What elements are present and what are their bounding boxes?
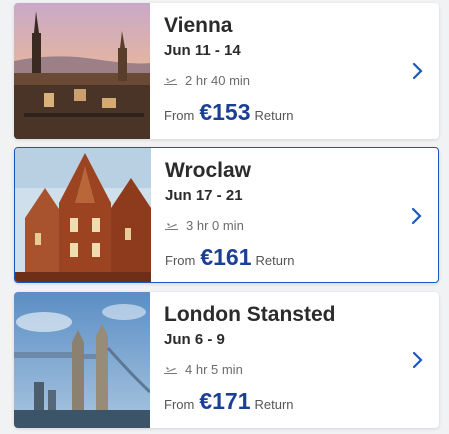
duration-text: 4 hr 5 min xyxy=(185,362,243,377)
city-name: Vienna xyxy=(164,14,233,37)
flight-duration: 4 hr 5 min xyxy=(164,362,243,377)
price-row: From €171 Return xyxy=(164,388,294,415)
from-label: From xyxy=(165,253,196,268)
price-value: €171 xyxy=(199,388,251,414)
plane-icon xyxy=(165,222,178,230)
return-label: Return xyxy=(254,108,294,123)
price-value: €153 xyxy=(199,99,251,125)
city-name: London Stansted xyxy=(164,303,336,326)
travel-dates: Jun 17 - 21 xyxy=(165,187,243,204)
from-label: From xyxy=(164,397,195,412)
flight-duration: 3 hr 0 min xyxy=(165,218,244,233)
return-label: Return xyxy=(255,253,295,268)
destination-photo-wroclaw xyxy=(15,148,151,282)
price-value: €161 xyxy=(200,244,252,270)
chevron-right-icon[interactable] xyxy=(411,350,425,370)
flight-duration: 2 hr 40 min xyxy=(164,73,250,88)
travel-dates: Jun 11 - 14 xyxy=(164,42,241,59)
price-row: From €153 Return xyxy=(164,99,294,126)
plane-icon xyxy=(164,366,177,374)
duration-text: 2 hr 40 min xyxy=(185,73,251,88)
travel-dates: Jun 6 - 9 xyxy=(164,331,225,348)
from-label: From xyxy=(164,108,195,123)
destination-photo-london xyxy=(14,292,150,428)
city-name: Wroclaw xyxy=(165,159,251,182)
price-row: From €161 Return xyxy=(165,244,295,271)
destination-card-london-stansted[interactable]: London Stansted Jun 6 - 9 4 hr 5 min Fro… xyxy=(14,292,439,428)
duration-text: 3 hr 0 min xyxy=(186,218,244,233)
chevron-right-icon[interactable] xyxy=(411,61,425,81)
return-label: Return xyxy=(254,397,294,412)
destination-photo-vienna xyxy=(14,3,150,139)
destination-card-vienna[interactable]: Vienna Jun 11 - 14 2 hr 40 min From €153… xyxy=(14,3,439,139)
destination-card-wroclaw[interactable]: Wroclaw Jun 17 - 21 3 hr 0 min From €161… xyxy=(14,147,439,283)
chevron-right-icon[interactable] xyxy=(410,206,424,226)
plane-icon xyxy=(164,77,177,85)
